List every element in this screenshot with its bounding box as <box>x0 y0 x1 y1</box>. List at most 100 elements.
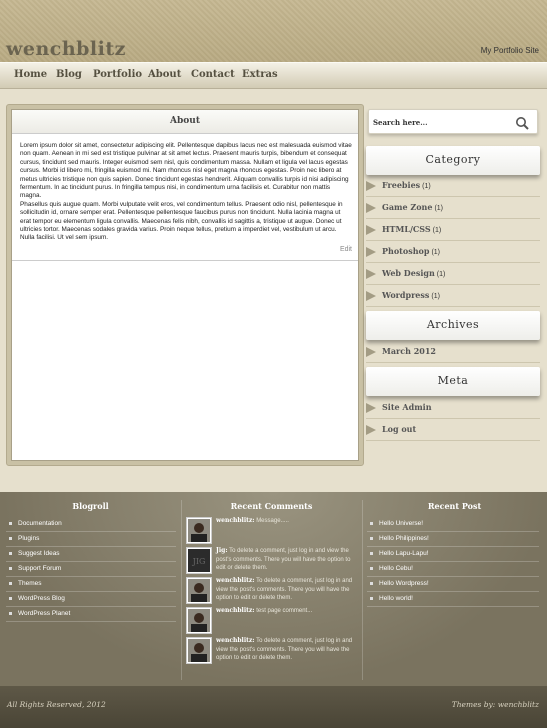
bullet-icon <box>370 567 373 570</box>
bullet-icon <box>9 537 12 540</box>
archives-title: Archives <box>366 311 540 340</box>
bullet-icon <box>9 582 12 585</box>
arrow-right-icon <box>366 425 376 435</box>
about-paragraph: Lorem ipsum dolor sit amet, consectetur … <box>20 142 352 200</box>
nav-about[interactable]: About <box>148 69 181 80</box>
svg-text:JIG: JIG <box>192 557 206 566</box>
recent-post-link[interactable]: Hello world! <box>367 592 539 607</box>
edit-link[interactable]: Edit <box>340 246 352 253</box>
about-panel: About Lorem ipsum dolor sit amet, consec… <box>11 109 359 461</box>
nav-blog[interactable]: Blog <box>56 69 82 80</box>
blogroll-title: Blogroll <box>72 501 109 511</box>
meta-label: Log out <box>382 424 417 434</box>
search-icon[interactable] <box>515 115 529 130</box>
column-divider <box>181 500 182 680</box>
nav-contact[interactable]: Contact <box>191 69 235 80</box>
bullet-icon <box>9 567 12 570</box>
category-count: (1) <box>422 183 431 190</box>
category-item[interactable]: Photoshop (1) <box>366 241 540 263</box>
comment-text[interactable]: To delete a comment, just log in and vie… <box>216 548 350 571</box>
comment-author[interactable]: Jig: <box>216 547 228 554</box>
arrow-right-icon <box>366 347 376 357</box>
bullet-icon <box>370 597 373 600</box>
blogroll-link[interactable]: Suggest Ideas <box>6 547 176 562</box>
arrow-right-icon <box>366 403 376 413</box>
search-input[interactable] <box>373 116 509 128</box>
bullet-icon <box>370 552 373 555</box>
recent-post-link[interactable]: Hello Philippines! <box>367 532 539 547</box>
category-item[interactable]: Freebies (1) <box>366 175 540 197</box>
category-item[interactable]: HTML/CSS (1) <box>366 219 540 241</box>
archive-label: March 2012 <box>382 346 436 356</box>
nav-home[interactable]: Home <box>14 69 47 80</box>
avatar[interactable] <box>186 637 212 664</box>
recent-post-link[interactable]: Hello Universe! <box>367 517 539 532</box>
content-frame: About Lorem ipsum dolor sit amet, consec… <box>6 104 364 466</box>
column-divider <box>362 500 363 680</box>
category-count: (1) <box>431 249 441 256</box>
avatar[interactable] <box>186 607 212 634</box>
blogroll-link[interactable]: Support Forum <box>6 562 176 577</box>
category-label: Wordpress <box>382 290 430 300</box>
nav-portfolio[interactable]: Portfolio <box>93 69 142 80</box>
comment-author[interactable]: wenchblitz: <box>216 607 255 614</box>
arrow-right-icon <box>366 247 376 257</box>
blogroll-link[interactable]: Plugins <box>6 532 176 547</box>
copyright: All Rights Reserved, 2012 <box>7 700 106 709</box>
recent-post-title: Recent Post <box>427 501 482 511</box>
category-item[interactable]: Wordpress (1) <box>366 285 540 307</box>
site-header: wenchblitz My Portfolio Site <box>0 0 547 62</box>
arrow-right-icon <box>366 203 376 213</box>
arrow-right-icon <box>366 269 376 279</box>
meta-site-admin[interactable]: Site Admin <box>366 397 540 419</box>
meta-log-out[interactable]: Log out <box>366 419 540 441</box>
recent-post-link[interactable]: Hello Cebu! <box>367 562 539 577</box>
archive-item[interactable]: March 2012 <box>366 341 540 363</box>
category-item[interactable]: Web Design (1) <box>366 263 540 285</box>
nav-extras[interactable]: Extras <box>242 69 278 80</box>
meta-label: Site Admin <box>382 402 432 412</box>
main-nav: Home Blog Portfolio About Contact Extras <box>0 62 547 89</box>
recent-post-link[interactable]: Hello Wordpress! <box>367 577 539 592</box>
bullet-icon <box>9 597 12 600</box>
bullet-icon <box>370 582 373 585</box>
category-label: HTML/CSS <box>382 224 431 234</box>
search-box <box>368 109 538 134</box>
about-paragraph: Phasellus quis augue quam. Morbi vulputa… <box>20 200 343 242</box>
arrow-right-icon <box>366 225 376 235</box>
comment-text[interactable]: test page comment... <box>256 608 312 614</box>
category-count: (1) <box>432 227 442 234</box>
category-item[interactable]: Game Zone (1) <box>366 197 540 219</box>
theme-credits: Themes by: wenchblitz <box>451 700 539 709</box>
recent-post-link[interactable]: Hello Lapu-Lapu! <box>367 547 539 562</box>
avatar[interactable] <box>186 577 212 604</box>
arrow-right-icon <box>366 291 376 301</box>
bottom-bar: All Rights Reserved, 2012 Themes by: wen… <box>0 686 547 728</box>
bullet-icon <box>9 552 12 555</box>
blogroll-link[interactable]: Themes <box>6 577 176 592</box>
blogroll-link[interactable]: Documentation <box>6 517 176 532</box>
category-label: Photoshop <box>382 246 430 256</box>
about-body: Lorem ipsum dolor sit amet, consectetur … <box>12 134 358 243</box>
recent-comments-title: Recent Comments <box>230 501 313 511</box>
avatar[interactable] <box>186 517 212 544</box>
avatar[interactable]: JIG <box>186 547 212 574</box>
category-label: Freebies <box>382 180 421 190</box>
bullet-icon <box>370 537 373 540</box>
blogroll-link[interactable]: WordPress Planet <box>6 607 176 622</box>
category-count: (1) <box>434 205 443 212</box>
comment-author[interactable]: wenchblitz: <box>216 517 255 524</box>
blogroll-link[interactable]: WordPress Blog <box>6 592 176 607</box>
category-label: Web Design <box>382 268 435 278</box>
comment-text[interactable]: Message..... <box>256 518 289 524</box>
bullet-icon <box>370 522 373 525</box>
arrow-right-icon <box>366 181 376 191</box>
site-title[interactable]: wenchblitz <box>6 38 126 60</box>
category-label: Game Zone <box>382 202 433 212</box>
page-title: About <box>12 110 358 134</box>
meta-title: Meta <box>366 367 540 396</box>
comment-author[interactable]: wenchblitz: <box>216 637 255 644</box>
category-count: (1) <box>431 293 440 300</box>
comment-author[interactable]: wenchblitz: <box>216 577 255 584</box>
bullet-icon <box>9 612 12 615</box>
